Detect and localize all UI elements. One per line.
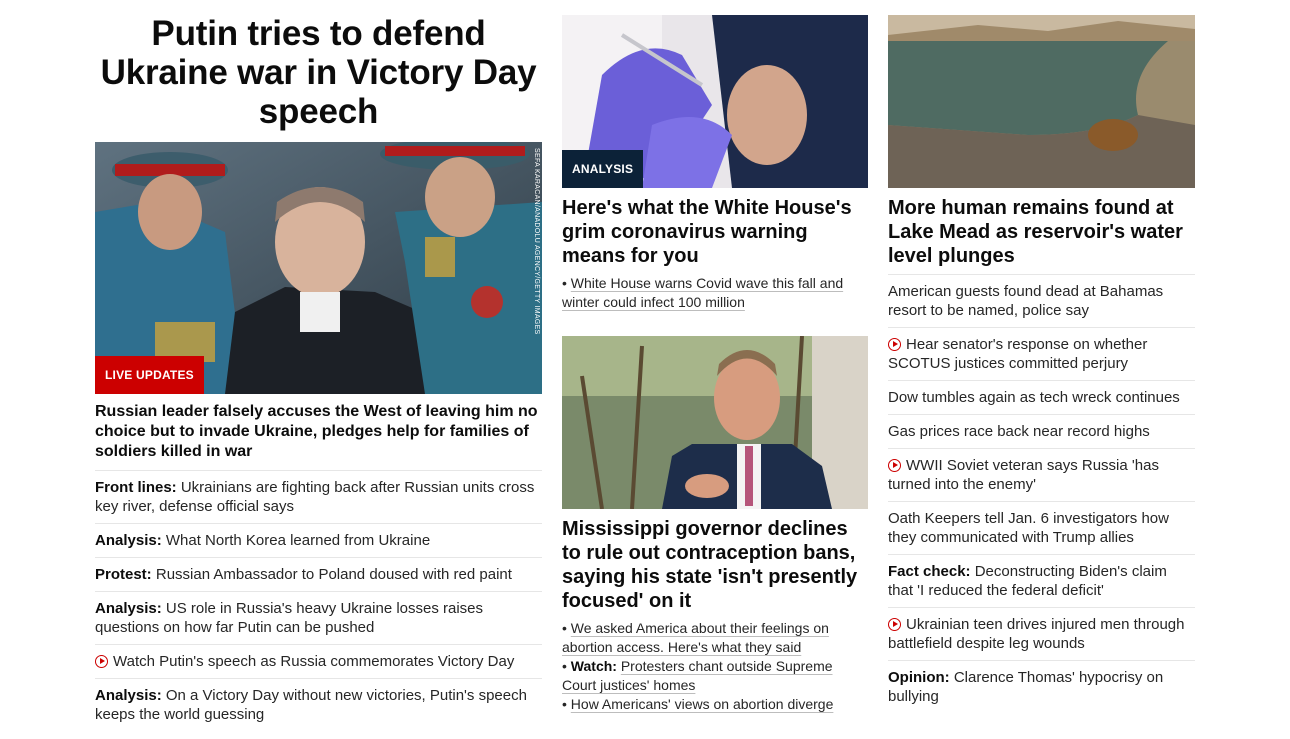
story-bullet[interactable]: • Watch: Protesters chant outside Suprem…: [562, 657, 868, 695]
middle-column: ANALYSIS Here's what the White House's g…: [562, 0, 868, 714]
list-item[interactable]: Opinion: Clarence Thomas' hypocrisy on b…: [888, 661, 1195, 713]
item-text: Dow tumbles again as tech wreck continue…: [888, 389, 1180, 406]
item-text: American guests found dead at Bahamas re…: [888, 283, 1164, 319]
story-bullet[interactable]: • How Americans' views on abortion diver…: [562, 695, 868, 714]
item-prefix: Opinion:: [888, 669, 950, 686]
story-bullet[interactable]: • We asked America about their feelings …: [562, 619, 868, 657]
item-prefix: Protest:: [95, 566, 152, 583]
item-text: WWII Soviet veteran says Russia 'has tur…: [888, 457, 1159, 493]
list-item[interactable]: Ukrainian teen drives injured men throug…: [888, 608, 1195, 661]
item-prefix: Analysis:: [95, 532, 162, 549]
video-play-icon: [95, 655, 108, 668]
bullet-text: White House warns Covid wave this fall a…: [562, 275, 844, 310]
bullet-text: How Americans' views on abortion diverge: [570, 696, 834, 712]
related-links-list: Front lines: Ukrainians are fighting bac…: [95, 470, 542, 731]
item-text: Russian Ambassador to Poland doused with…: [155, 566, 512, 583]
list-item[interactable]: Protest: Russian Ambassador to Poland do…: [95, 558, 542, 592]
list-item[interactable]: American guests found dead at Bahamas re…: [888, 275, 1195, 328]
list-item[interactable]: WWII Soviet veteran says Russia 'has tur…: [888, 449, 1195, 502]
video-play-icon: [888, 618, 901, 631]
lake-mead-photo[interactable]: [888, 15, 1195, 188]
list-item[interactable]: Gas prices race back near record highs: [888, 415, 1195, 449]
list-item[interactable]: Hear senator's response on whether SCOTU…: [888, 328, 1195, 381]
live-updates-badge: LIVE UPDATES: [95, 356, 204, 394]
list-item[interactable]: Dow tumbles again as tech wreck continue…: [888, 381, 1195, 415]
photo-credit: SEFA KARACAN/ANADOLU AGENCY/GETTY IMAGES: [533, 148, 540, 335]
list-item[interactable]: Analysis: What North Korea learned from …: [95, 524, 542, 558]
bullet-text: We asked America about their feelings on…: [562, 620, 829, 655]
list-item[interactable]: Analysis: On a Victory Day without new v…: [95, 679, 542, 731]
item-text: Hear senator's response on whether SCOTU…: [888, 336, 1148, 372]
video-play-icon: [888, 338, 901, 351]
analysis-badge: ANALYSIS: [562, 150, 644, 188]
item-text: What North Korea learned from Ukraine: [165, 532, 431, 549]
lead-headline[interactable]: Putin tries to defend Ukraine war in Vic…: [95, 14, 542, 131]
story-headline[interactable]: More human remains found at Lake Mead as…: [888, 196, 1195, 268]
governor-photo[interactable]: [562, 336, 868, 509]
governor-image: [562, 336, 868, 509]
item-prefix: Analysis:: [95, 687, 162, 704]
lead-story-column: Putin tries to defend Ukraine war in Vic…: [95, 0, 542, 731]
list-item[interactable]: Oath Keepers tell Jan. 6 investigators h…: [888, 502, 1195, 555]
story-headline[interactable]: Mississippi governor declines to rule ou…: [562, 517, 868, 613]
item-prefix: Fact check:: [888, 563, 971, 580]
bullet-prefix: Watch:: [570, 658, 617, 674]
headline-list: American guests found dead at Bahamas re…: [888, 274, 1195, 713]
item-text: Oath Keepers tell Jan. 6 investigators h…: [888, 510, 1169, 546]
item-text: Ukrainian teen drives injured men throug…: [888, 616, 1185, 652]
list-item[interactable]: Watch Putin's speech as Russia commemora…: [95, 645, 542, 679]
lead-subhead[interactable]: Russian leader falsely accuses the West …: [95, 402, 542, 462]
item-text: Watch Putin's speech as Russia commemora…: [113, 653, 515, 670]
list-item[interactable]: Fact check: Deconstructing Biden's claim…: [888, 555, 1195, 608]
item-text: Gas prices race back near record highs: [888, 423, 1150, 440]
lead-photo[interactable]: SEFA KARACAN/ANADOLU AGENCY/GETTY IMAGES…: [95, 142, 542, 394]
video-play-icon: [888, 459, 901, 472]
list-item[interactable]: Analysis: US role in Russia's heavy Ukra…: [95, 592, 542, 645]
item-prefix: Front lines:: [95, 479, 177, 496]
story-bullet[interactable]: • White House warns Covid wave this fall…: [562, 274, 868, 312]
right-column: More human remains found at Lake Mead as…: [888, 0, 1195, 713]
lake-mead-image: [888, 15, 1195, 188]
list-item[interactable]: Front lines: Ukrainians are fighting bac…: [95, 471, 542, 524]
item-prefix: Analysis:: [95, 600, 162, 617]
vaccine-photo[interactable]: ANALYSIS: [562, 15, 868, 188]
story-headline[interactable]: Here's what the White House's grim coron…: [562, 196, 868, 268]
